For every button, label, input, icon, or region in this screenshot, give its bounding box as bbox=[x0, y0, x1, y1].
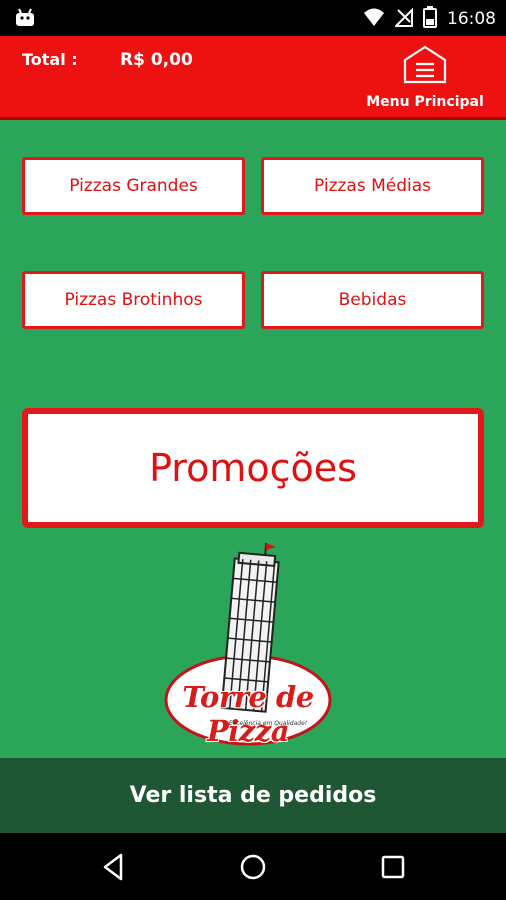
home-icon[interactable] bbox=[236, 850, 270, 884]
torre-de-pizza-logo: Torre de Pizza Excelência em Qualidade! bbox=[138, 540, 358, 755]
pizzas-brotinhos-button[interactable]: Pizzas Brotinhos bbox=[22, 271, 245, 329]
ver-lista-de-pedidos-button[interactable]: Ver lista de pedidos bbox=[0, 758, 506, 833]
no-signal-icon bbox=[393, 7, 413, 31]
logo-name: Torre de Pizza bbox=[182, 680, 314, 748]
clock: 16:08 bbox=[447, 9, 496, 29]
recents-icon[interactable] bbox=[376, 850, 410, 884]
wifi-icon bbox=[363, 7, 385, 31]
logo-tagline: Excelência em Qualidade! bbox=[228, 720, 308, 727]
battery-icon bbox=[423, 6, 437, 32]
total-label: Total : bbox=[22, 50, 78, 69]
back-icon[interactable] bbox=[96, 850, 130, 884]
status-bar: 16:08 bbox=[0, 0, 506, 36]
navigation-bar bbox=[0, 833, 506, 900]
home-menu-icon bbox=[400, 44, 450, 90]
pizzas-grandes-button[interactable]: Pizzas Grandes bbox=[22, 157, 245, 215]
menu-principal-button[interactable]: Menu Principal bbox=[362, 44, 488, 112]
header-bar: Total : R$ 0,00 Menu Principal bbox=[0, 36, 506, 120]
promocoes-button[interactable]: Promoções bbox=[22, 408, 484, 528]
menu-principal-label: Menu Principal bbox=[366, 94, 484, 110]
bebidas-button[interactable]: Bebidas bbox=[261, 271, 484, 329]
android-icon bbox=[14, 7, 36, 31]
total-value: R$ 0,00 bbox=[120, 50, 193, 70]
pizzas-medias-button[interactable]: Pizzas Médias bbox=[261, 157, 484, 215]
